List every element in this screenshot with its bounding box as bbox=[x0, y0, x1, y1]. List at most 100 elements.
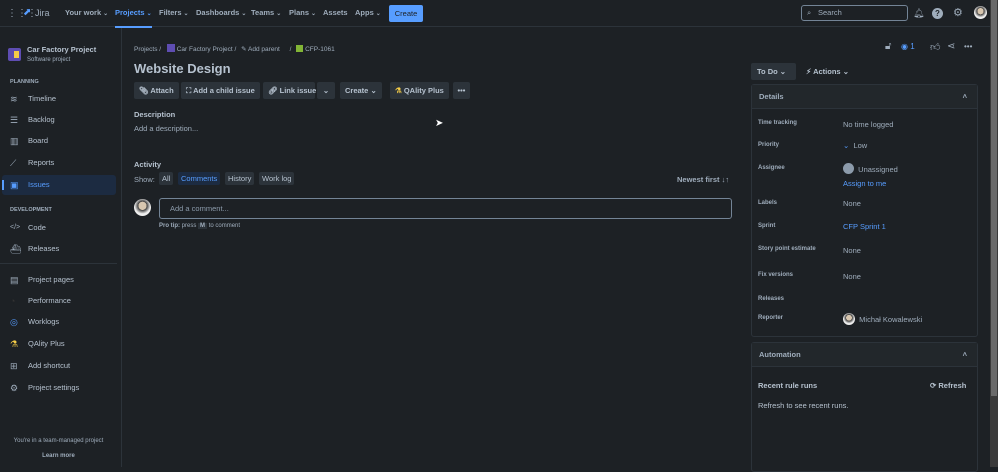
releases-icon: ⛴ bbox=[10, 244, 22, 254]
fix-versions-value[interactable]: None bbox=[843, 272, 861, 281]
nav-apps[interactable]: Apps ⌄ bbox=[355, 8, 381, 17]
hierarchy-icon: ⛶ bbox=[186, 86, 192, 95]
filter-history[interactable]: History bbox=[225, 172, 255, 185]
search-input[interactable]: ⌕ Search bbox=[801, 5, 908, 21]
priority-label: Priority bbox=[758, 142, 780, 148]
assign-to-me-link[interactable]: Assign to me bbox=[843, 179, 886, 188]
sidebar-item-performance[interactable]: ◔ Performance bbox=[2, 291, 116, 311]
lightning-icon: ⚡︎ bbox=[806, 67, 812, 76]
filter-work-log[interactable]: Work log bbox=[259, 172, 295, 185]
eye-icon: ◉ bbox=[901, 42, 908, 51]
story-points-value[interactable]: None bbox=[843, 246, 861, 255]
button-label: QAlity Plus bbox=[403, 86, 444, 95]
more-actions-button[interactable]: ••• bbox=[453, 82, 470, 99]
link-issue-button[interactable]: 🔗︎ Link issue bbox=[263, 82, 317, 99]
button-label: Link issue bbox=[279, 86, 317, 95]
time-tracking-value[interactable]: No time logged bbox=[843, 120, 893, 129]
nav-teams[interactable]: Teams ⌄ bbox=[251, 8, 281, 17]
pages-icon: ▤ bbox=[10, 275, 19, 285]
sidebar-item-worklogs[interactable]: ◎ Worklogs bbox=[2, 312, 116, 332]
more-icon: ••• bbox=[457, 86, 466, 95]
sort-button[interactable]: Newest first ↓↑ bbox=[677, 175, 729, 184]
mouse-cursor-icon: ➤ bbox=[435, 118, 444, 129]
status-dropdown[interactable]: To Do ⌄ bbox=[751, 63, 796, 80]
jira-logo-text[interactable]: Jira bbox=[35, 8, 50, 18]
add-child-issue-button[interactable]: ⛶ Add a child issue bbox=[181, 82, 260, 99]
timeline-icon: ≋ bbox=[10, 94, 18, 104]
sprint-value[interactable]: CFP Sprint 1 bbox=[843, 222, 886, 231]
chevron-down-icon: ⌄ bbox=[375, 11, 381, 17]
sidebar-item-releases[interactable]: ⛴ Releases bbox=[2, 239, 116, 259]
releases-label: Releases bbox=[758, 296, 785, 302]
nav-your-work[interactable]: Your work ⌄ bbox=[65, 8, 108, 17]
pro-tip-text: to comment bbox=[208, 223, 241, 229]
labels-value[interactable]: None bbox=[843, 199, 861, 208]
sidebar-item-project-settings[interactable]: ⚙ Project settings bbox=[2, 378, 116, 398]
learn-more-link[interactable]: Learn more bbox=[0, 453, 117, 459]
description-field[interactable]: Add a description... bbox=[134, 124, 198, 133]
automation-title: Automation bbox=[759, 350, 801, 359]
comment-input[interactable]: Add a comment... bbox=[159, 198, 732, 219]
chevron-up-icon: ˄ bbox=[962, 350, 967, 359]
nav-assets[interactable]: Assets bbox=[323, 8, 348, 17]
more-icon[interactable]: ••• bbox=[964, 42, 972, 51]
scrollbar-thumb[interactable] bbox=[991, 0, 997, 396]
nav-filters[interactable]: Filters ⌄ bbox=[159, 8, 189, 17]
actions-dropdown[interactable]: ⚡︎ Actions ⌄ bbox=[806, 67, 849, 76]
create-button[interactable]: Create bbox=[389, 5, 423, 22]
sidebar-item-issues[interactable]: ▣ Issues bbox=[2, 175, 116, 195]
profile-avatar[interactable] bbox=[974, 6, 987, 19]
help-icon[interactable]: ? bbox=[932, 8, 943, 19]
sidebar-item-code[interactable]: </> Code bbox=[2, 218, 116, 238]
qality-icon: ⚗ bbox=[395, 86, 402, 95]
nav-plans[interactable]: Plans ⌄ bbox=[289, 8, 316, 17]
automation-header[interactable]: Automation ˄ bbox=[752, 343, 977, 367]
details-header[interactable]: Details ˄ bbox=[752, 85, 977, 109]
watch-button[interactable]: ◉ 1 bbox=[901, 42, 915, 51]
priority-value[interactable]: ⌄ Low bbox=[843, 141, 867, 150]
lock-icon[interactable]: 🔓︎ bbox=[885, 41, 891, 52]
qality-plus-button[interactable]: ⚗ QAlity Plus bbox=[390, 82, 449, 99]
nav-label: Plans bbox=[289, 8, 310, 17]
chevron-down-icon: ⌄ bbox=[322, 86, 330, 95]
chevron-down-icon: ⌄ bbox=[241, 11, 247, 17]
create-dropdown-button[interactable]: Create ⌄ bbox=[340, 82, 382, 99]
breadcrumb-projects[interactable]: Projects bbox=[134, 46, 157, 53]
sidebar-divider bbox=[0, 263, 117, 264]
sidebar-item-project-pages[interactable]: ▤ Project pages bbox=[2, 270, 116, 290]
share-icon[interactable]: ⋖ bbox=[947, 41, 955, 52]
nav-dashboards[interactable]: Dashboards ⌄ bbox=[196, 8, 246, 17]
issue-title[interactable]: Website Design bbox=[134, 61, 231, 76]
app-switcher-icon[interactable]: ⋮⋮⋮ bbox=[7, 8, 37, 19]
sidebar-item-add-shortcut[interactable]: ⊞ Add shortcut bbox=[2, 356, 116, 376]
sidebar-item-backlog[interactable]: ☰ Backlog bbox=[2, 110, 116, 130]
sidebar-item-label: Project settings bbox=[28, 383, 80, 392]
link-issue-dropdown[interactable]: ⌄ bbox=[317, 82, 335, 99]
nav-projects[interactable]: Projects ⌄ bbox=[115, 8, 152, 28]
filter-comments[interactable]: Comments bbox=[178, 172, 221, 185]
issue-key[interactable]: CFP-1061 bbox=[305, 46, 335, 53]
project-name[interactable]: Car Factory Project bbox=[27, 45, 96, 54]
jira-logo-icon[interactable]: ⬈ bbox=[23, 7, 31, 18]
assignee-name: Unassigned bbox=[858, 165, 898, 174]
sidebar-item-label: Issues bbox=[28, 180, 50, 189]
reporter-value[interactable]: Michał Kowalewski bbox=[843, 313, 922, 325]
settings-icon[interactable]: ⚙ bbox=[953, 6, 963, 19]
button-label: Add a child issue bbox=[193, 86, 255, 95]
assignee-value[interactable]: Unassigned bbox=[843, 163, 898, 174]
scrollbar[interactable] bbox=[990, 0, 998, 467]
sidebar-item-label: Worklogs bbox=[28, 317, 60, 326]
breadcrumb-project[interactable]: Car Factory Project bbox=[177, 46, 233, 53]
sidebar-item-qality-plus[interactable]: ⚗ QAlity Plus bbox=[2, 334, 116, 354]
like-icon[interactable]: 👍︎ bbox=[930, 41, 940, 53]
button-label: Attach bbox=[150, 86, 174, 95]
add-parent-link[interactable]: Add parent bbox=[248, 46, 280, 53]
sidebar-item-board[interactable]: ▥ Board bbox=[2, 131, 116, 151]
attach-button[interactable]: 📎︎ Attach bbox=[134, 82, 179, 99]
filter-all[interactable]: All bbox=[159, 172, 174, 185]
refresh-button[interactable]: ⟳ Refresh bbox=[930, 381, 966, 390]
notifications-icon[interactable]: 🔔︎ bbox=[913, 8, 924, 19]
sidebar-item-timeline[interactable]: ≋ Timeline bbox=[2, 89, 116, 109]
sidebar-item-reports[interactable]: ⟋ Reports bbox=[2, 153, 116, 173]
description-heading: Description bbox=[134, 110, 176, 119]
